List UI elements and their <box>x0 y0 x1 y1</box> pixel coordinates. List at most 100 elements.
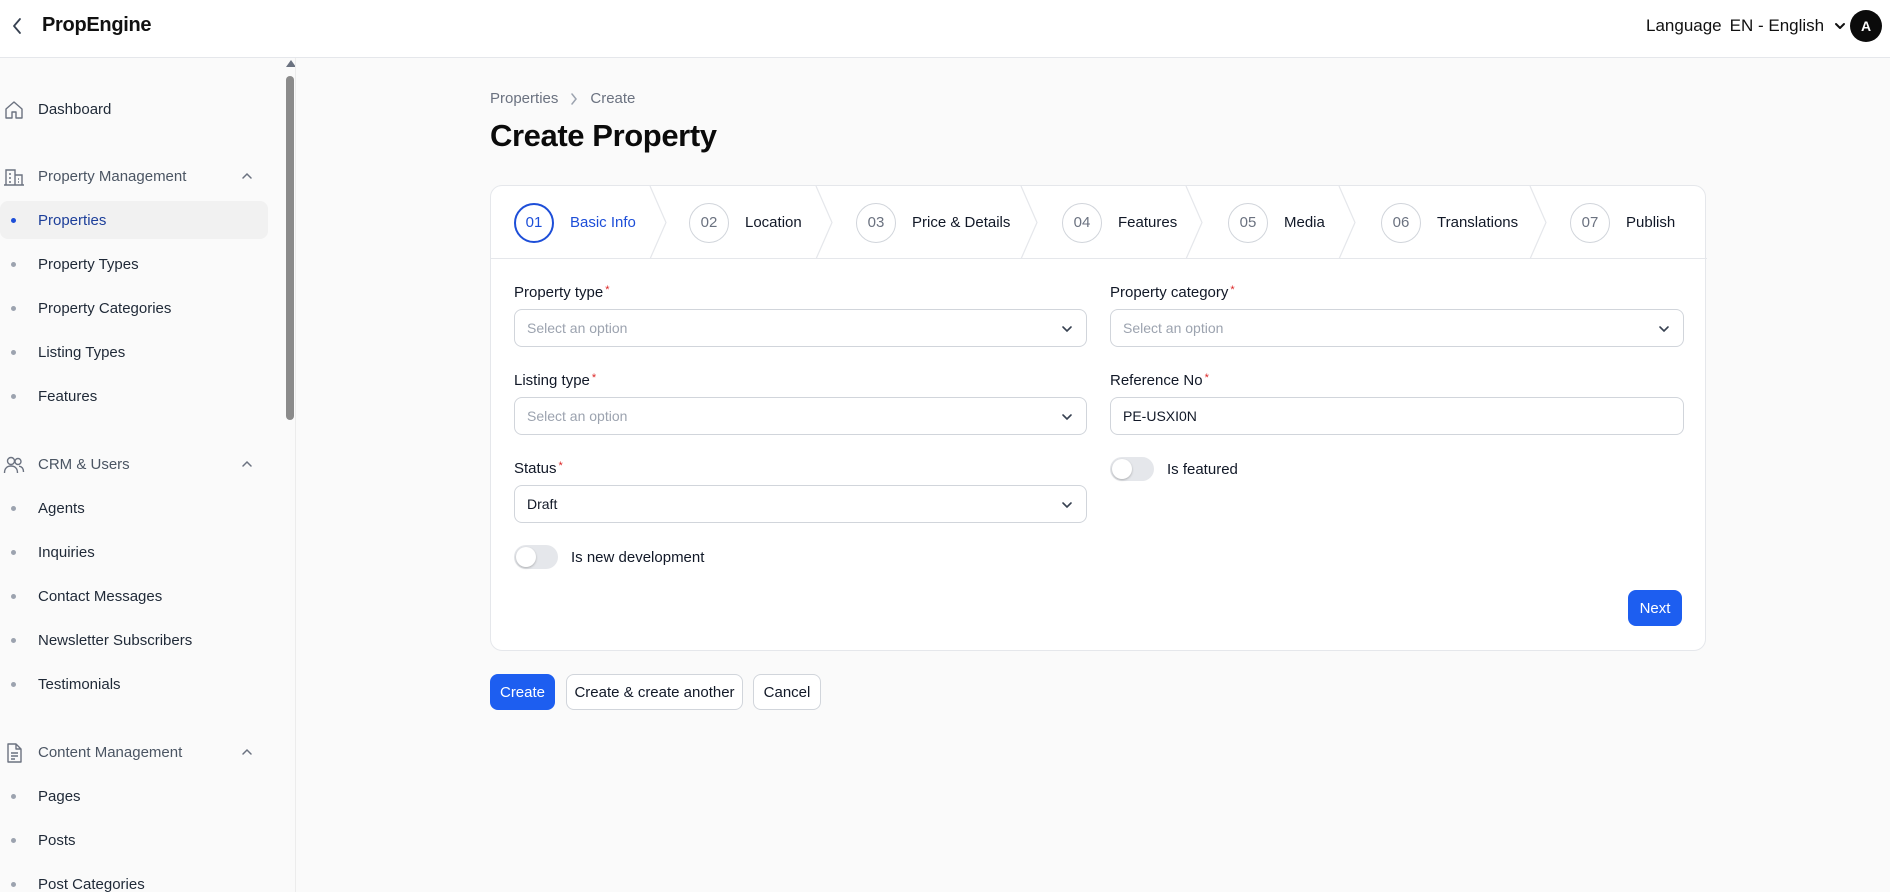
language-switcher: Language EN - English <box>1646 16 1846 36</box>
step-features[interactable]: 04 Features <box>1062 186 1177 259</box>
sidebar-item-pages[interactable]: Pages <box>0 777 268 815</box>
create-property-form: 01 Basic Info 02 Location 03 Price & Det… <box>490 185 1707 651</box>
property-category-label-text: Property category <box>1110 284 1229 301</box>
property-category-select[interactable]: Select an option <box>1110 309 1684 347</box>
sidebar-item-contact-messages[interactable]: Contact Messages <box>0 577 268 615</box>
status-label: Status * <box>514 460 563 477</box>
back-button[interactable] <box>6 15 28 37</box>
sidebar-item-property-types[interactable]: Property Types <box>0 245 268 283</box>
listing-type-label: Listing type * <box>514 372 596 389</box>
bullet-icon <box>11 682 16 687</box>
required-mark: * <box>558 460 563 472</box>
required-mark: * <box>1204 372 1209 384</box>
bullet-icon <box>11 594 16 599</box>
users-icon <box>3 456 25 474</box>
step-divider-icon <box>649 186 667 259</box>
step-publish[interactable]: 07 Publish <box>1570 186 1675 259</box>
step-location[interactable]: 02 Location <box>689 186 802 259</box>
sidebar-group-property-management[interactable]: Property Management <box>0 157 268 195</box>
sidebar-item-label: Agents <box>38 499 85 517</box>
step-label: Basic Info <box>570 214 636 231</box>
next-button[interactable]: Next <box>1628 590 1682 626</box>
is-featured-label: Is featured <box>1167 461 1238 478</box>
sidebar-item-newsletter-subscribers[interactable]: Newsletter Subscribers <box>0 621 268 659</box>
scrollbar-thumb[interactable] <box>286 76 294 420</box>
sidebar-item-testimonials[interactable]: Testimonials <box>0 665 268 703</box>
document-icon <box>7 743 22 763</box>
chevron-up-icon <box>242 460 252 467</box>
listing-type-placeholder: Select an option <box>527 408 628 424</box>
status-value: Draft <box>527 496 558 512</box>
toggle-knob <box>1112 459 1132 479</box>
sidebar-item-label: Listing Types <box>38 343 126 361</box>
step-basic-info[interactable]: 01 Basic Info <box>514 186 636 259</box>
breadcrumb-separator <box>570 92 578 105</box>
brand-logo[interactable]: PropEngine <box>42 14 152 37</box>
language-value: EN - English <box>1729 16 1825 35</box>
is-featured-toggle[interactable] <box>1110 457 1154 481</box>
listing-type-select[interactable]: Select an option <box>514 397 1087 435</box>
status-select[interactable]: Draft <box>514 485 1087 523</box>
step-translations[interactable]: 06 Translations <box>1381 186 1518 259</box>
sidebar-scrollbar[interactable] <box>284 58 295 892</box>
step-label: Price & Details <box>912 214 1011 231</box>
sidebar-group-crm-users[interactable]: CRM & Users <box>0 445 268 483</box>
sidebar-item-listing-types[interactable]: Listing Types <box>0 333 268 371</box>
scroll-up-arrow-icon[interactable] <box>286 60 295 67</box>
create-button[interactable]: Create <box>490 674 555 710</box>
step-price-details[interactable]: 03 Price & Details <box>856 186 1010 259</box>
sidebar-item-post-categories[interactable]: Post Categories <box>0 865 268 892</box>
breadcrumb-current: Create <box>590 90 636 107</box>
property-type-label-text: Property type <box>514 284 604 301</box>
chevron-up-icon <box>242 172 252 179</box>
sidebar-item-label: Pages <box>38 787 81 805</box>
step-number: 01 <box>514 202 554 243</box>
breadcrumb-link-properties[interactable]: Properties <box>490 90 558 107</box>
cancel-button[interactable]: Cancel <box>753 674 821 710</box>
top-bar: PropEngine Language EN - English A <box>0 0 1890 58</box>
bullet-icon <box>11 306 16 311</box>
step-media[interactable]: 05 Media <box>1228 186 1325 259</box>
required-mark: * <box>605 284 610 296</box>
sidebar-item-agents[interactable]: Agents <box>0 489 268 527</box>
step-divider-icon <box>1338 186 1356 259</box>
bullet-icon <box>11 838 16 843</box>
wizard-stepper: 01 Basic Info 02 Location 03 Price & Det… <box>491 186 1707 259</box>
home-icon <box>5 101 23 119</box>
sidebar-item-property-categories[interactable]: Property Categories <box>0 289 268 327</box>
sidebar-item-label: Inquiries <box>38 543 95 561</box>
sidebar-item-properties[interactable]: Properties <box>0 201 268 239</box>
sidebar-item-label: Features <box>38 387 98 405</box>
sidebar-item-features[interactable]: Features <box>0 377 268 415</box>
reference-no-input[interactable] <box>1110 397 1684 435</box>
step-number: 02 <box>689 202 729 243</box>
user-avatar[interactable]: A <box>1850 10 1882 42</box>
status-label-text: Status <box>514 460 557 477</box>
sidebar-item-dashboard[interactable]: Dashboard <box>0 90 268 128</box>
required-mark: * <box>1230 284 1235 296</box>
property-category-label: Property category * <box>1110 284 1235 301</box>
property-category-placeholder: Select an option <box>1123 320 1224 336</box>
bullet-icon <box>11 262 16 267</box>
create-another-button[interactable]: Create & create another <box>566 674 743 710</box>
sidebar-item-inquiries[interactable]: Inquiries <box>0 533 268 571</box>
chevron-left-icon <box>13 18 21 34</box>
sidebar-item-label: Testimonials <box>38 675 121 693</box>
reference-no-label: Reference No * <box>1110 372 1209 389</box>
property-type-select[interactable]: Select an option <box>514 309 1087 347</box>
building-icon <box>4 169 24 186</box>
sidebar-item-label: Property Categories <box>38 299 172 317</box>
bullet-icon <box>11 638 16 643</box>
required-mark: * <box>591 372 597 384</box>
is-new-development-toggle[interactable] <box>514 545 558 569</box>
sidebar-item-posts[interactable]: Posts <box>0 821 268 859</box>
sidebar-item-label: Newsletter Subscribers <box>38 631 193 649</box>
sidebar-item-label: Property Types <box>38 255 139 273</box>
step-number: 06 <box>1381 202 1421 243</box>
sidebar-group-content-management[interactable]: Content Management <box>0 733 268 771</box>
step-label: Translations <box>1437 214 1519 231</box>
step-label: Media <box>1284 214 1325 231</box>
step-number: 07 <box>1570 202 1610 243</box>
sidebar-group-label: Content Management <box>38 743 183 761</box>
language-select[interactable]: EN - English <box>1730 16 1846 36</box>
